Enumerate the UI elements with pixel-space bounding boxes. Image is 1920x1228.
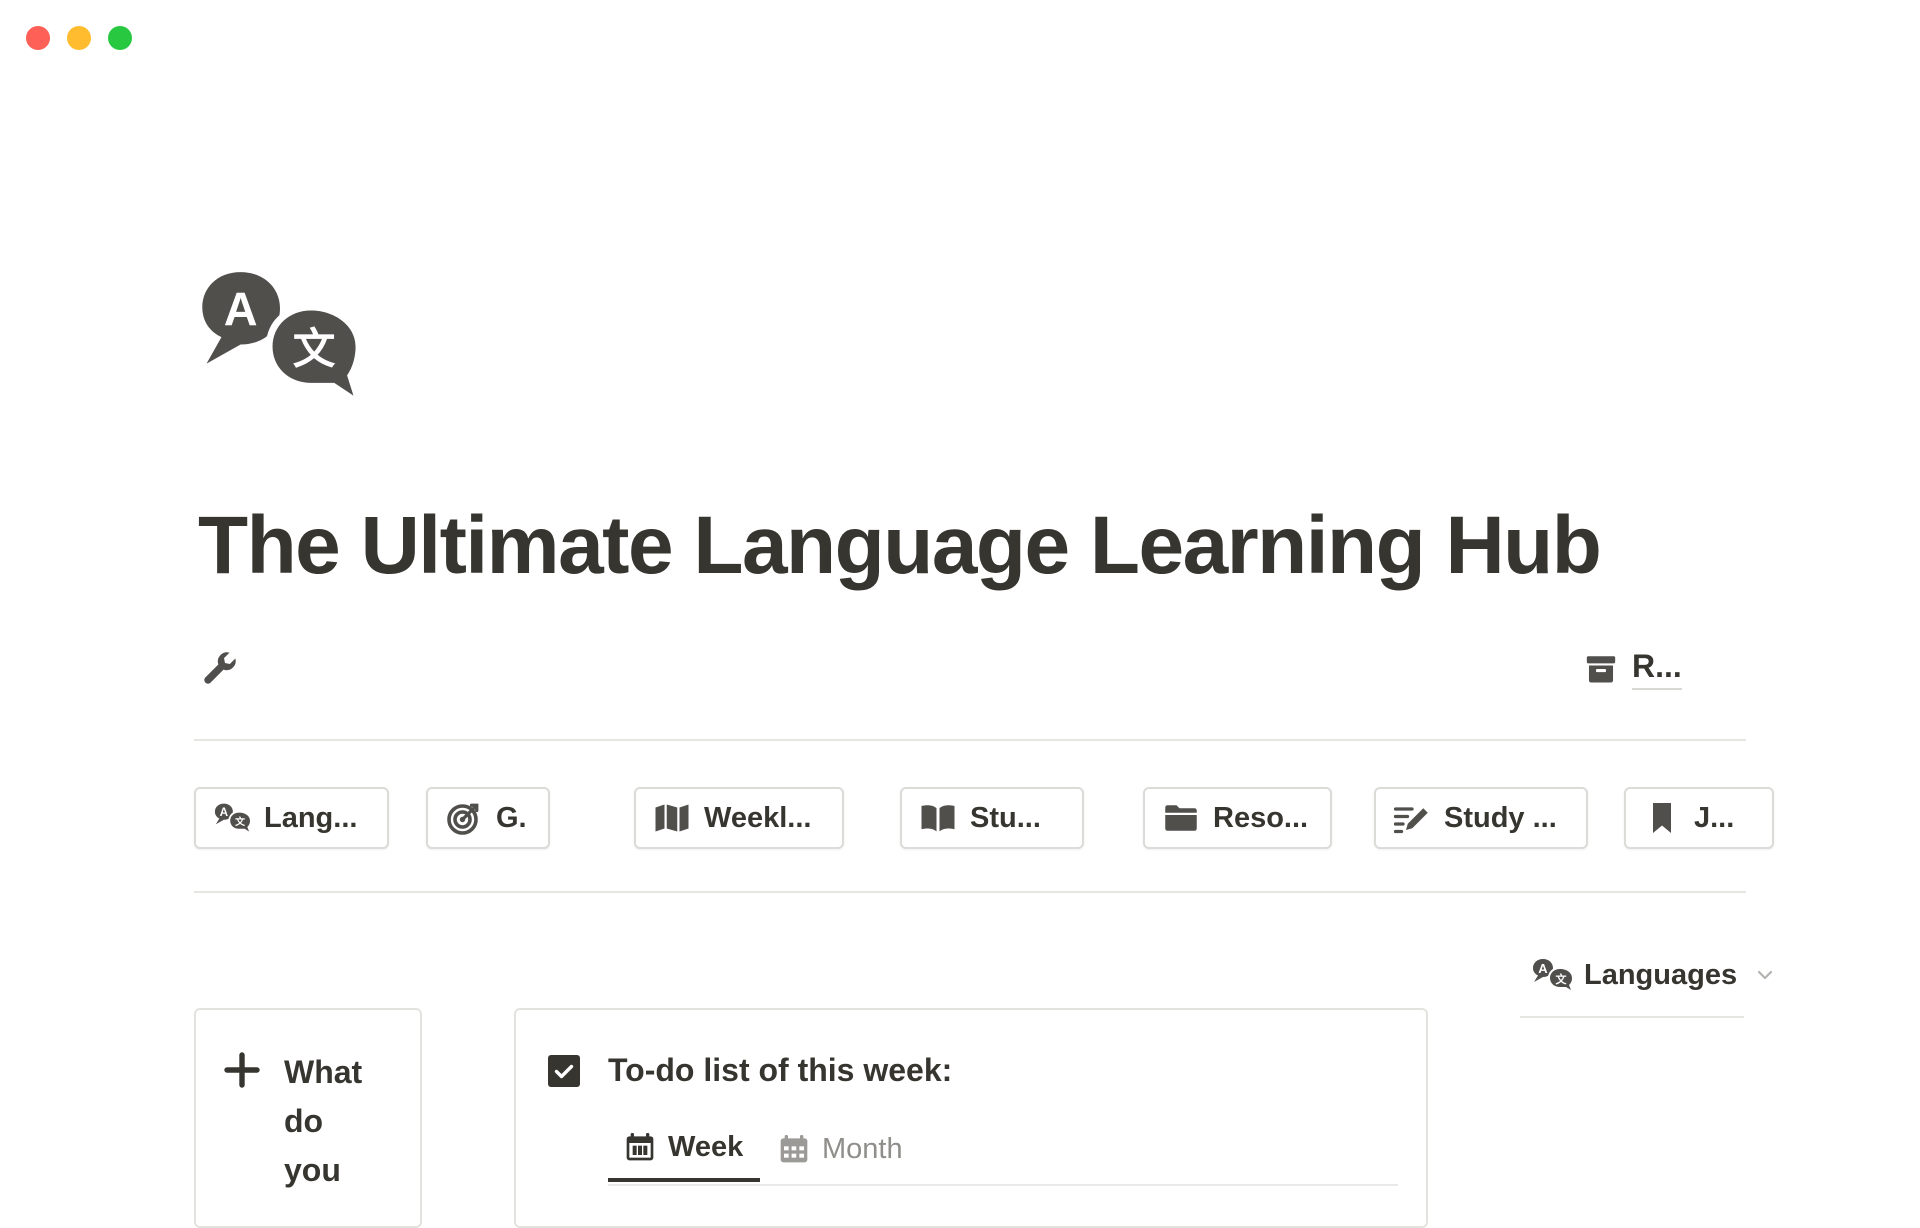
svg-text:A: A bbox=[1538, 961, 1548, 976]
nav-button-study[interactable]: Stu... bbox=[900, 787, 1084, 849]
svg-text:文: 文 bbox=[293, 325, 336, 375]
nav-button-label: Study ... bbox=[1444, 801, 1557, 834]
nav-button-journal[interactable]: J... bbox=[1624, 787, 1774, 849]
language-translate-icon: A 文 bbox=[214, 803, 250, 834]
open-book-icon bbox=[921, 805, 955, 832]
nav-button-resources[interactable]: Reso... bbox=[1143, 787, 1332, 849]
svg-text:A: A bbox=[224, 283, 258, 335]
nav-button-languages[interactable]: A 文 Lang... bbox=[194, 787, 389, 849]
svg-text:A: A bbox=[220, 806, 229, 819]
divider bbox=[1520, 1016, 1744, 1018]
nav-button-label: G. bbox=[496, 801, 527, 834]
bookmark-icon bbox=[1653, 803, 1671, 833]
map-icon bbox=[655, 804, 689, 832]
target-icon bbox=[447, 803, 479, 835]
nav-button-study-log[interactable]: Study ... bbox=[1374, 787, 1588, 849]
plus-icon bbox=[224, 1052, 260, 1088]
zoom-window-button[interactable] bbox=[108, 26, 132, 50]
window-controls bbox=[26, 26, 132, 50]
archive-link-label: R... bbox=[1632, 648, 1682, 690]
minimize-window-button[interactable] bbox=[67, 26, 91, 50]
languages-dropdown[interactable]: A 文 Languages bbox=[1532, 958, 1775, 992]
nav-button-label: J... bbox=[1694, 801, 1735, 834]
language-translate-icon: A 文 bbox=[1533, 959, 1572, 992]
svg-text:文: 文 bbox=[1556, 972, 1568, 986]
todo-checkbox[interactable] bbox=[548, 1054, 580, 1087]
calendar-week-icon bbox=[626, 1133, 654, 1161]
todo-header: To-do list of this week: bbox=[548, 1052, 952, 1089]
chevron-down-icon bbox=[1757, 970, 1773, 980]
nav-button-weekly[interactable]: Weekl... bbox=[634, 787, 844, 849]
divider bbox=[194, 891, 1746, 893]
pencil-list-icon bbox=[1394, 807, 1428, 834]
archive-box-icon bbox=[1586, 656, 1616, 683]
todo-view-tabs: Week Month bbox=[608, 1116, 1398, 1186]
tab-month[interactable]: Month bbox=[778, 1116, 903, 1182]
checkmark-icon bbox=[554, 1064, 574, 1078]
wrench-icon[interactable] bbox=[200, 648, 240, 688]
close-window-button[interactable] bbox=[26, 26, 50, 50]
folder-icon bbox=[1165, 805, 1197, 831]
add-entry-card: What do you bbox=[194, 1008, 422, 1228]
calendar-month-icon bbox=[780, 1135, 808, 1163]
add-entry-label: What do you bbox=[284, 1054, 363, 1188]
todo-title: To-do list of this week: bbox=[608, 1052, 953, 1088]
add-entry-button[interactable]: What do you bbox=[224, 1048, 384, 1195]
divider bbox=[194, 739, 1746, 741]
language-translate-icon[interactable]: A 文 bbox=[200, 270, 360, 402]
todo-card: To-do list of this week: Week Month bbox=[514, 1008, 1428, 1228]
svg-text:文: 文 bbox=[235, 815, 245, 828]
page-title: The Ultimate Language Learning Hub bbox=[198, 500, 1602, 591]
tab-week[interactable]: Week bbox=[608, 1116, 760, 1182]
archive-link[interactable]: R... bbox=[1584, 648, 1682, 690]
tab-month-label: Month bbox=[822, 1132, 903, 1165]
languages-dropdown-label: Languages bbox=[1584, 958, 1738, 991]
nav-button-goals[interactable]: G. bbox=[426, 787, 550, 849]
nav-button-label: Weekl... bbox=[704, 801, 812, 834]
nav-button-label: Reso... bbox=[1213, 801, 1309, 834]
nav-button-label: Lang... bbox=[264, 801, 358, 834]
nav-button-label: Stu... bbox=[970, 801, 1041, 834]
tab-week-label: Week bbox=[668, 1130, 744, 1163]
